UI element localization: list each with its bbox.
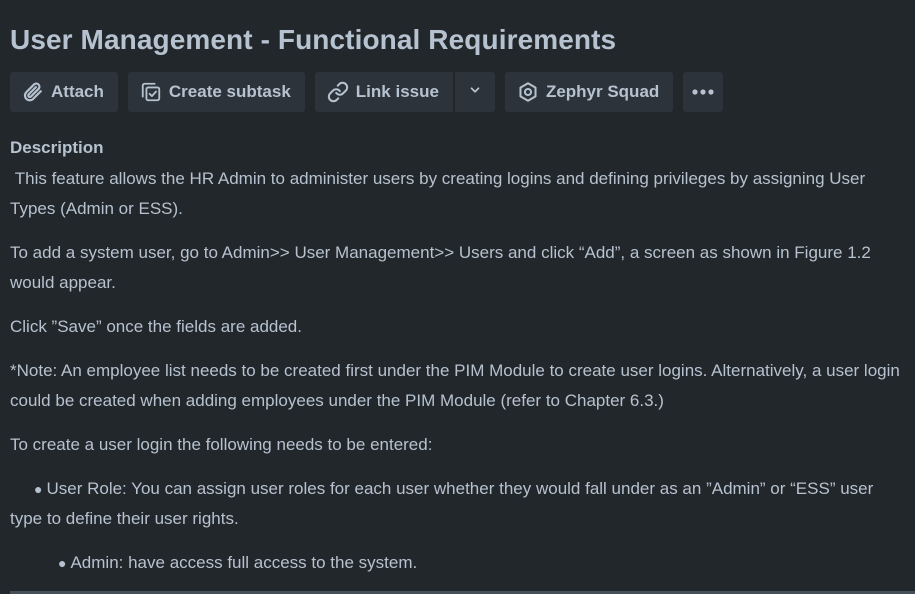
description-paragraph: Click ”Save” once the fields are added. bbox=[10, 317, 302, 336]
zephyr-squad-label: Zephyr Squad bbox=[545, 82, 660, 101]
issue-toolbar: Attach Create subtask Link issue Zephyr … bbox=[10, 72, 724, 112]
attach-label: Attach bbox=[51, 82, 104, 101]
attach-button[interactable]: Attach bbox=[10, 72, 118, 112]
description-paragraph: *Note: An employee list needs to be crea… bbox=[10, 361, 900, 410]
subtask-icon bbox=[139, 80, 163, 104]
chevron-down-icon bbox=[468, 83, 482, 102]
link-icon bbox=[326, 80, 350, 104]
list-item-text: User Role: You can assign user roles for… bbox=[10, 479, 874, 528]
link-issue-split-button: Link issue bbox=[314, 72, 495, 112]
hexagon-icon bbox=[516, 80, 540, 104]
zephyr-squad-button[interactable]: Zephyr Squad bbox=[504, 72, 674, 112]
create-subtask-label: Create subtask bbox=[168, 82, 291, 101]
list-item-text: Admin: have access full access to the sy… bbox=[70, 553, 418, 572]
description-paragraph: This feature allows the HR Admin to admi… bbox=[10, 169, 870, 218]
description-paragraph: To add a system user, go to Admin>> User… bbox=[10, 243, 871, 292]
issue-view: User Management - Functional Requirement… bbox=[0, 0, 915, 594]
paperclip-icon bbox=[21, 80, 45, 104]
more-icon bbox=[691, 83, 715, 101]
list-item: ● Admin: have access full access to the s… bbox=[58, 548, 900, 578]
description-section: Description This feature allows the HR A… bbox=[10, 134, 900, 578]
list-item: ● User Role: You can assign user roles fo… bbox=[10, 474, 900, 534]
link-issue-dropdown-button[interactable] bbox=[454, 72, 495, 112]
link-issue-label: Link issue bbox=[355, 82, 439, 101]
description-paragraph: To create a user login the following nee… bbox=[10, 435, 433, 454]
link-issue-button[interactable]: Link issue bbox=[314, 72, 453, 112]
bullet-icon: ● bbox=[34, 481, 43, 497]
bullet-icon: ● bbox=[58, 555, 67, 571]
issue-title[interactable]: User Management - Functional Requirement… bbox=[10, 24, 616, 56]
more-actions-button[interactable] bbox=[683, 72, 724, 112]
create-subtask-button[interactable]: Create subtask bbox=[127, 72, 305, 112]
description-heading: Description bbox=[10, 138, 104, 157]
